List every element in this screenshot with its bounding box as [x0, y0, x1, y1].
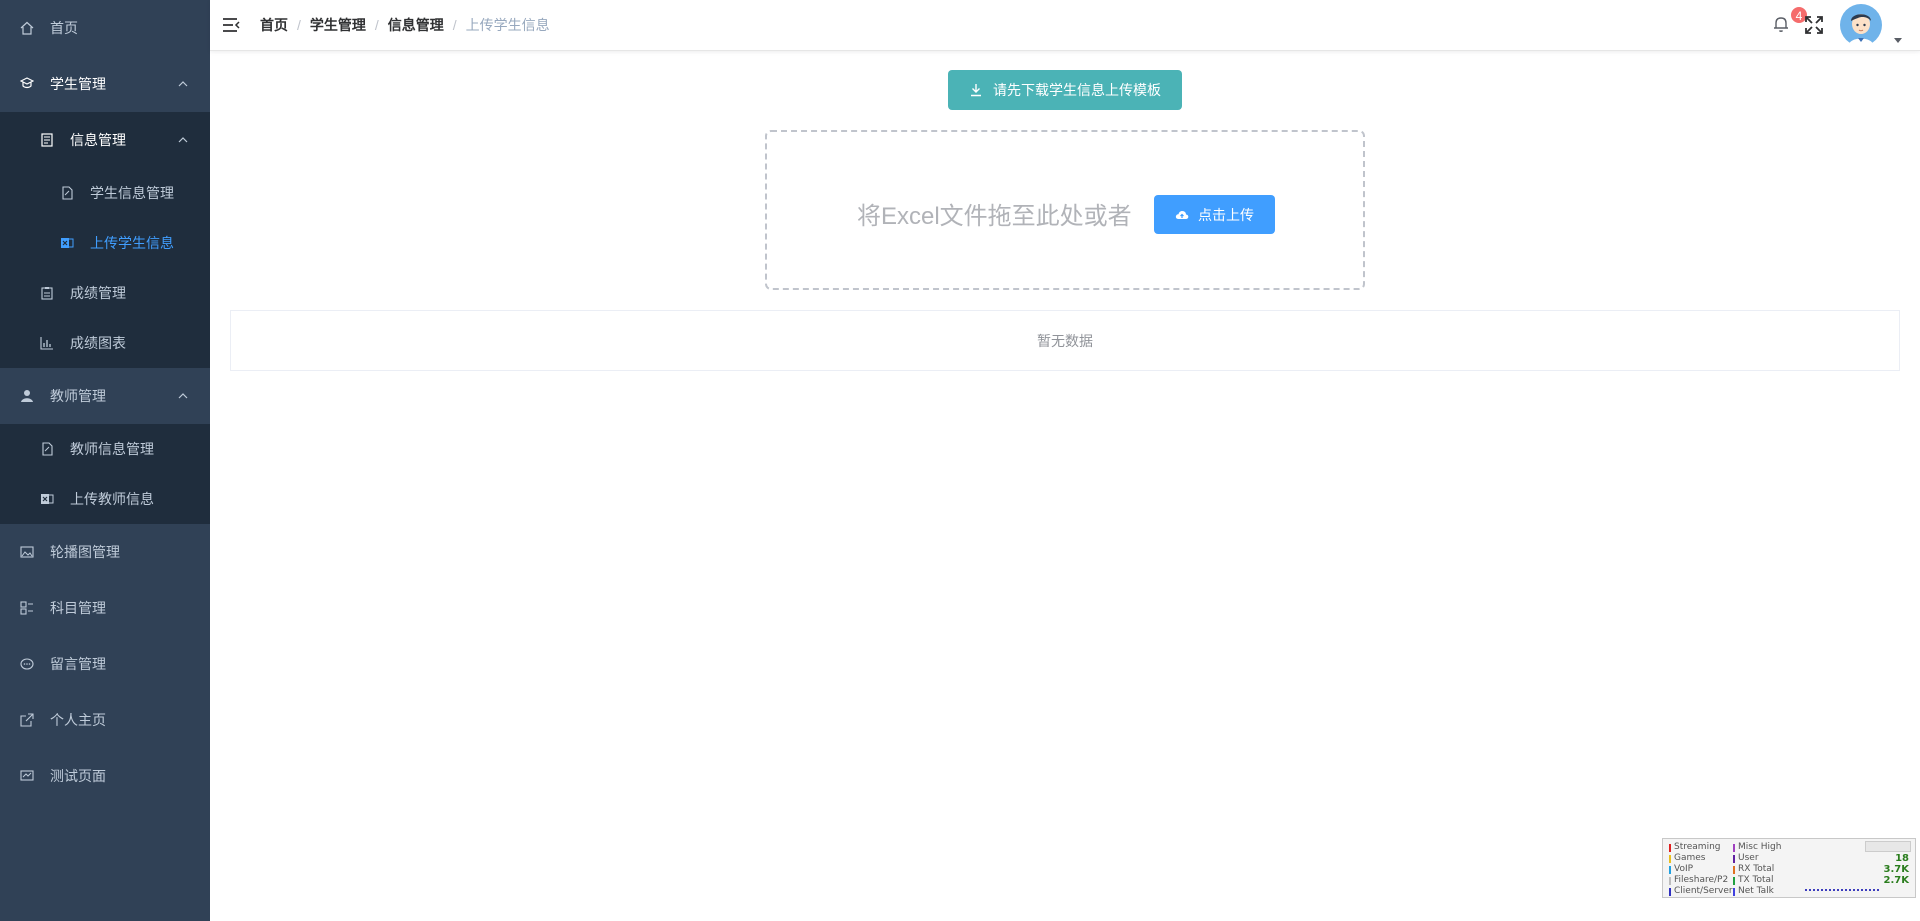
- grid-list-icon: [20, 601, 34, 615]
- excel-icon: [40, 492, 54, 506]
- download-icon: [971, 84, 981, 97]
- widget-traffic-graph: [1805, 886, 1879, 891]
- legend-label: Misc High: [1738, 842, 1782, 852]
- student-icon: [20, 77, 34, 91]
- sidebar-item-personal-home[interactable]: 个人主页: [0, 692, 210, 748]
- widget-right-legend: Misc High User RX Total TX Total Net Tal…: [1733, 842, 1781, 897]
- chevron-up-icon: [176, 389, 190, 403]
- widget-values: 18 3.7K 2.7K: [1884, 853, 1909, 886]
- monitor-icon: [20, 769, 34, 783]
- sidebar-item-subject-mgmt[interactable]: 科目管理: [0, 580, 210, 636]
- breadcrumb-info-mgmt[interactable]: 信息管理: [388, 15, 444, 35]
- sidebar-item-message-mgmt[interactable]: 留言管理: [0, 636, 210, 692]
- cloud-upload-icon: [1175, 210, 1189, 219]
- external-link-icon: [20, 713, 34, 727]
- chevron-up-icon: [176, 133, 190, 147]
- legend-label: VoIP: [1674, 864, 1694, 874]
- breadcrumb-student-mgmt[interactable]: 学生管理: [310, 15, 366, 35]
- legend-label: Streaming: [1674, 842, 1721, 852]
- widget-value: 3.7K: [1883, 864, 1909, 875]
- file-edit-icon: [60, 186, 74, 200]
- sidebar-item-label: 教师管理: [50, 388, 106, 404]
- chart-icon: [40, 336, 54, 350]
- sidebar-item-student-mgmt[interactable]: 学生管理: [0, 56, 210, 112]
- network-monitor-widget: Streaming Games VoIP Fileshare/P2 Client…: [1662, 838, 1916, 898]
- widget-value: 2.7K: [1883, 875, 1909, 886]
- sidebar-item-label: 留言管理: [50, 656, 106, 672]
- sidebar-item-info-mgmt[interactable]: 信息管理: [0, 115, 210, 165]
- legend-label: Client/Server: [1674, 886, 1733, 896]
- download-template-button[interactable]: 请先下载学生信息上传模板: [948, 70, 1182, 110]
- sidebar-item-label: 成绩管理: [70, 285, 126, 301]
- hamburger-icon[interactable]: [222, 16, 240, 34]
- clipboard-icon: [40, 286, 54, 300]
- sidebar-item-label: 测试页面: [50, 768, 106, 784]
- sidebar-item-label: 上传学生信息: [90, 235, 174, 251]
- legend-label: Games: [1674, 853, 1706, 863]
- upload-dropzone[interactable]: 将Excel文件拖至此处或者 点击上传: [765, 130, 1365, 290]
- sidebar-item-teacher-info-mgmt[interactable]: 教师信息管理: [0, 424, 210, 474]
- sidebar: 首页 学生管理 信息管理 学生信息管理 上传学生信息 成绩管理 成绩图表 教师管…: [0, 0, 210, 921]
- sidebar-item-test-page[interactable]: 测试页面: [0, 748, 210, 804]
- sidebar-item-label: 轮播图管理: [50, 544, 120, 560]
- dropzone-text: 将Excel文件拖至此处或者: [857, 203, 1132, 230]
- sidebar-item-label: 学生信息管理: [90, 185, 174, 201]
- picture-icon: [20, 545, 34, 559]
- sidebar-item-student-info-mgmt[interactable]: 学生信息管理: [0, 168, 210, 218]
- sidebar-item-label: 个人主页: [50, 712, 106, 728]
- teacher-icon: [20, 389, 34, 403]
- breadcrumb-separator: /: [452, 17, 457, 33]
- download-template-label: 请先下载学生信息上传模板: [993, 82, 1161, 98]
- sidebar-item-label: 学生管理: [50, 76, 106, 92]
- legend-label: Fileshare/P2: [1674, 875, 1729, 885]
- sidebar-item-carousel-mgmt[interactable]: 轮播图管理: [0, 524, 210, 580]
- document-icon: [40, 133, 54, 147]
- caret-down-icon[interactable]: [1894, 31, 1902, 43]
- breadcrumb: 首页 / 学生管理 / 信息管理 / 上传学生信息: [260, 0, 550, 50]
- sidebar-item-label: 首页: [50, 20, 78, 36]
- navbar: 首页 / 学生管理 / 信息管理 / 上传学生信息 4: [210, 0, 1920, 51]
- sidebar-item-label: 信息管理: [70, 132, 126, 148]
- sidebar-item-label: 上传教师信息: [70, 491, 154, 507]
- widget-titlebar[interactable]: [1865, 841, 1911, 852]
- legend-label: TX Total: [1738, 875, 1774, 885]
- click-upload-button[interactable]: 点击上传: [1154, 195, 1275, 234]
- data-table: 暂无数据: [230, 310, 1900, 371]
- breadcrumb-separator: /: [297, 17, 301, 33]
- empty-text: 暂无数据: [1037, 332, 1093, 349]
- sidebar-item-upload-teacher-info[interactable]: 上传教师信息: [0, 474, 210, 524]
- upload-button-label: 点击上传: [1198, 206, 1254, 223]
- file-edit-icon: [40, 442, 54, 456]
- widget-left-legend: Streaming Games VoIP Fileshare/P2 Client…: [1669, 842, 1733, 897]
- breadcrumb-home[interactable]: 首页: [260, 15, 288, 35]
- chat-icon: [20, 657, 34, 671]
- sidebar-item-label: 教师信息管理: [70, 441, 154, 457]
- legend-label: User: [1738, 853, 1759, 863]
- sidebar-item-label: 科目管理: [50, 600, 106, 616]
- sidebar-item-teacher-mgmt[interactable]: 教师管理: [0, 368, 210, 424]
- sidebar-item-label: 成绩图表: [70, 335, 126, 351]
- breadcrumb-current: 上传学生信息: [465, 17, 550, 33]
- bell-icon[interactable]: [1772, 15, 1790, 33]
- chevron-up-icon: [176, 77, 190, 91]
- sidebar-item-score-mgmt[interactable]: 成绩管理: [0, 268, 210, 318]
- legend-label: Net Talk: [1738, 886, 1774, 896]
- widget-value: 18: [1895, 853, 1909, 864]
- home-icon: [20, 21, 34, 35]
- excel-icon: [60, 236, 74, 250]
- sidebar-item-home[interactable]: 首页: [0, 0, 210, 56]
- avatar[interactable]: [1840, 4, 1882, 46]
- legend-label: RX Total: [1738, 864, 1775, 874]
- fullscreen-icon[interactable]: [1804, 15, 1824, 35]
- sidebar-item-score-chart[interactable]: 成绩图表: [0, 318, 210, 368]
- breadcrumb-separator: /: [374, 17, 379, 33]
- sidebar-item-upload-student-info[interactable]: 上传学生信息: [0, 218, 210, 268]
